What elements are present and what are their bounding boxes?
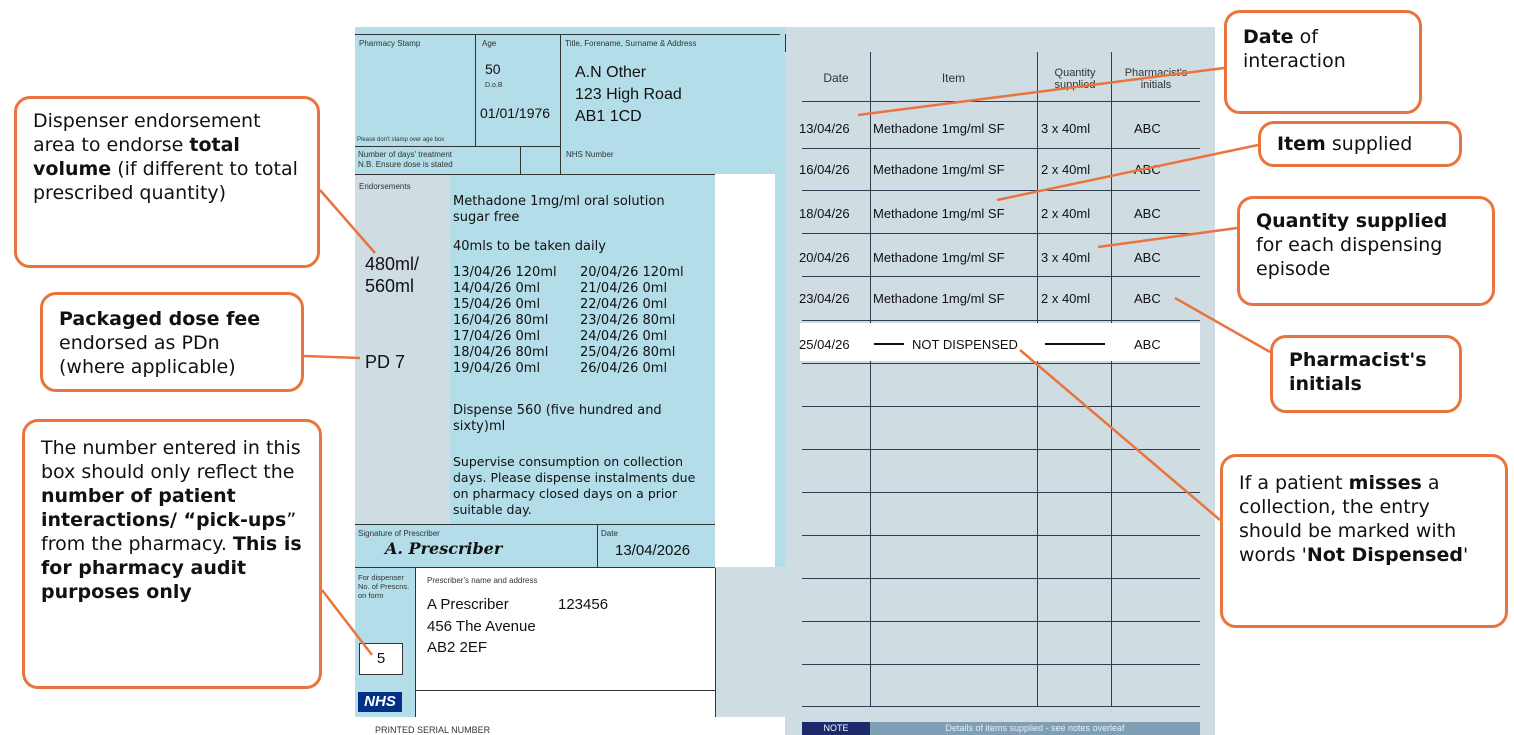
callout-endorsement: Dispenser endorsement area to endorse to… bbox=[14, 96, 320, 268]
leader-endorsement bbox=[319, 189, 376, 254]
callout-item: Item supplied bbox=[1258, 121, 1462, 167]
leader-date bbox=[857, 66, 1225, 117]
callout-quantity: Quantity supplied for each dispensing ep… bbox=[1237, 196, 1495, 306]
callout-initials: Pharmacist's initials bbox=[1270, 335, 1462, 413]
callout-not-dispensed: If a patient misses a collection, the en… bbox=[1220, 454, 1508, 628]
leader-item bbox=[996, 143, 1259, 202]
leader-packaged-dose bbox=[303, 354, 361, 360]
leader-quantity bbox=[1097, 226, 1238, 249]
leader-not-dispensed bbox=[1019, 349, 1221, 521]
leader-prescription-count bbox=[321, 589, 373, 656]
callout-packaged-dose: Packaged dose fee endorsed as PDn (where… bbox=[40, 292, 304, 392]
callout-prescription-count: The number entered in this box should on… bbox=[22, 419, 322, 689]
callout-date: Date of interaction bbox=[1224, 10, 1422, 114]
leader-initials bbox=[1174, 296, 1271, 354]
